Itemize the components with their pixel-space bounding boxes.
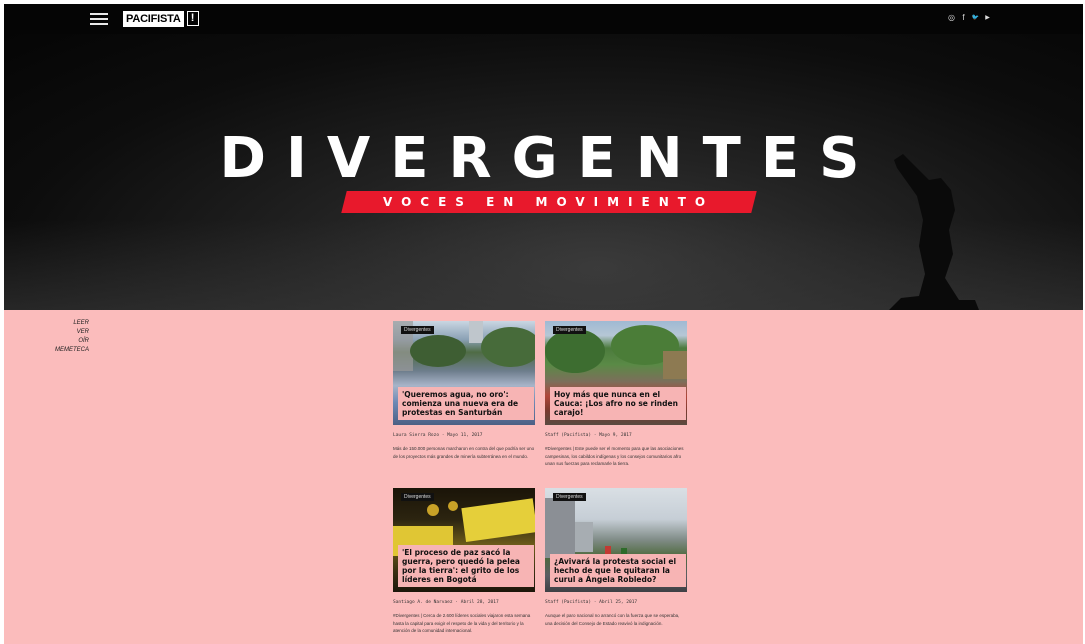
side-nav-oir[interactable]: OÍR (44, 337, 89, 346)
side-nav-leer[interactable]: LEER (44, 319, 89, 328)
facebook-icon[interactable]: f (960, 12, 967, 22)
twitter-icon[interactable]: 🐦 (972, 12, 979, 22)
article-image[interactable]: Divergentes Hoy más que nunca en el Cauc… (545, 321, 687, 425)
article-card[interactable]: Divergentes Hoy más que nunca en el Cauc… (545, 321, 687, 468)
article-meta: Santiago A. de Narvaez · Abril 28, 2017 (393, 600, 499, 605)
article-card[interactable]: Divergentes 'Queremos agua, no oro': com… (393, 321, 535, 460)
article-meta: Laura Sierra Rozo · Mayo 11, 2017 (393, 433, 483, 438)
page: PACIFISTA ! ◎ f 🐦 ▶ DIVERGENTES VOCES EN… (4, 4, 1083, 644)
top-navigation-bar: PACIFISTA ! ◎ f 🐦 ▶ (4, 4, 1083, 34)
article-image[interactable]: Divergentes ¿Avivará la protesta social … (545, 488, 687, 592)
article-headline[interactable]: Hoy más que nunca en el Cauca: ¡Los afro… (550, 387, 686, 420)
social-links: ◎ f 🐦 ▶ (948, 12, 991, 22)
article-card[interactable]: Divergentes 'El proceso de paz sacó la g… (393, 488, 535, 635)
article-headline[interactable]: 'El proceso de paz sacó la guerra, pero … (398, 545, 534, 587)
category-tag: Divergentes (401, 326, 434, 334)
instagram-icon[interactable]: ◎ (948, 12, 955, 22)
hero-subtitle-banner: VOCES EN MOVIMIENTO (341, 191, 757, 213)
article-card[interactable]: Divergentes ¿Avivará la protesta social … (545, 488, 687, 627)
article-image[interactable]: Divergentes 'Queremos agua, no oro': com… (393, 321, 535, 425)
article-headline[interactable]: 'Queremos agua, no oro': comienza una nu… (398, 387, 534, 420)
hero-banner: DIVERGENTES VOCES EN MOVIMIENTO (4, 34, 1083, 310)
category-tag: Divergentes (401, 493, 434, 501)
logo-mark: ! (186, 11, 199, 26)
site-logo[interactable]: PACIFISTA ! (123, 10, 199, 27)
article-meta: Staff (Pacifista) · Mayo 9, 2017 (545, 433, 632, 438)
category-tag: Divergentes (553, 326, 586, 334)
side-navigation: LEER VER OÍR MEMETECA (44, 319, 89, 355)
article-excerpt: #Divergentes | Cerca de 2.600 líderes so… (393, 613, 531, 634)
category-tag: Divergentes (553, 493, 586, 501)
side-nav-memeteca[interactable]: MEMETECA (44, 346, 89, 355)
hero-title: DIVERGENTES (219, 126, 880, 191)
article-meta: Staff (Pacifista) · Abril 25, 2017 (545, 600, 638, 605)
hamburger-menu-icon[interactable] (90, 13, 108, 25)
article-excerpt: #Divergentes | Este puede ser el momento… (545, 446, 684, 467)
logo-text: PACIFISTA (123, 10, 184, 27)
youtube-icon[interactable]: ▶ (984, 12, 991, 22)
article-excerpt: Más de 150.000 personas marcharon en con… (393, 446, 535, 459)
article-headline[interactable]: ¿Avivará la protesta social el hecho de … (550, 554, 686, 587)
side-nav-ver[interactable]: VER (44, 328, 89, 337)
hero-subtitle: VOCES EN MOVIMIENTO (383, 195, 715, 209)
article-excerpt: Aunque el paro nacional no arrancó con l… (545, 613, 680, 626)
article-image[interactable]: Divergentes 'El proceso de paz sacó la g… (393, 488, 535, 592)
